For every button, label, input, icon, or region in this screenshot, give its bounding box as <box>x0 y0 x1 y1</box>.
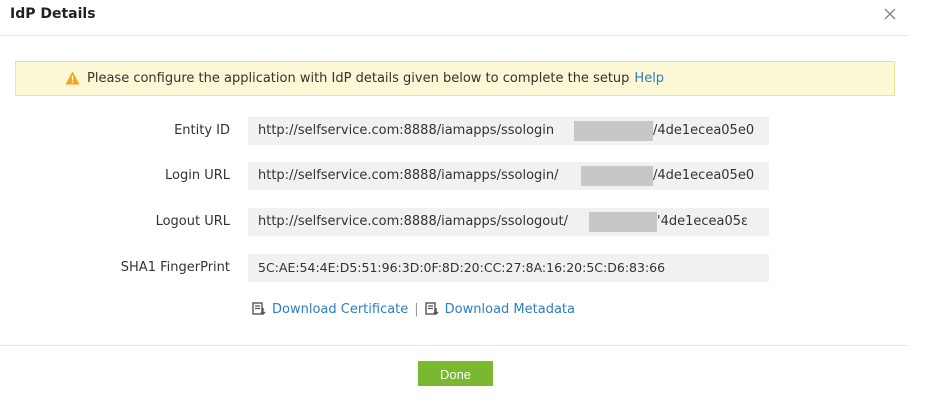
entity-id-prefix: http://selfservice.com:8888/iamapps/ssol… <box>258 123 555 138</box>
redaction-mask <box>581 166 653 186</box>
sha1-field[interactable]: 5C:AE:54:4E:D5:51:96:3D:0F:8D:20:CC:27:8… <box>248 254 769 282</box>
link-separator: | <box>414 302 419 317</box>
download-metadata-link[interactable]: Download Metadata <box>445 302 575 317</box>
download-certificate-link[interactable]: Download Certificate <box>272 302 408 317</box>
logout-url-field[interactable]: http://selfservice.com:8888/iamapps/ssol… <box>248 208 769 236</box>
redaction-mask <box>574 121 653 141</box>
logout-url-suffix: '4de1ecea05ε <box>657 214 749 229</box>
entity-id-suffix: /4de1ecea05e0 <box>653 123 755 138</box>
download-links: Download Certificate | Download Metadata <box>252 302 575 317</box>
redaction-mask <box>589 212 657 232</box>
done-button[interactable]: Done <box>418 361 493 386</box>
entity-id-label: Entity ID <box>174 123 230 138</box>
close-icon[interactable] <box>884 8 896 20</box>
entity-id-row: Entity ID http://selfservice.com:8888/ia… <box>0 117 938 145</box>
sha1-row: SHA1 FingerPrint 5C:AE:54:4E:D5:51:96:3D… <box>0 254 938 282</box>
login-url-label: Login URL <box>165 168 230 183</box>
header-divider <box>0 35 908 36</box>
banner-text: Please configure the application with Id… <box>87 71 665 86</box>
dialog-title: IdP Details <box>10 6 96 22</box>
entity-id-field[interactable]: http://selfservice.com:8888/iamapps/ssol… <box>248 117 769 145</box>
logout-url-label: Logout URL <box>155 214 230 229</box>
download-certificate-icon <box>252 302 266 315</box>
footer-divider <box>0 345 908 346</box>
logout-url-prefix: http://selfservice.com:8888/iamapps/ssol… <box>258 214 568 229</box>
sha1-label: SHA1 FingerPrint <box>120 260 230 275</box>
login-url-field[interactable]: http://selfservice.com:8888/iamapps/ssol… <box>248 162 769 190</box>
help-link[interactable]: Help <box>634 71 664 86</box>
download-metadata-icon <box>424 302 439 315</box>
login-url-suffix: /4de1ecea05e0 <box>653 168 755 183</box>
info-banner: Please configure the application with Id… <box>15 61 895 96</box>
warning-icon <box>65 71 80 85</box>
login-url-row: Login URL http://selfservice.com:8888/ia… <box>0 162 938 190</box>
logout-url-row: Logout URL http://selfservice.com:8888/i… <box>0 208 938 236</box>
login-url-prefix: http://selfservice.com:8888/iamapps/ssol… <box>258 168 559 183</box>
